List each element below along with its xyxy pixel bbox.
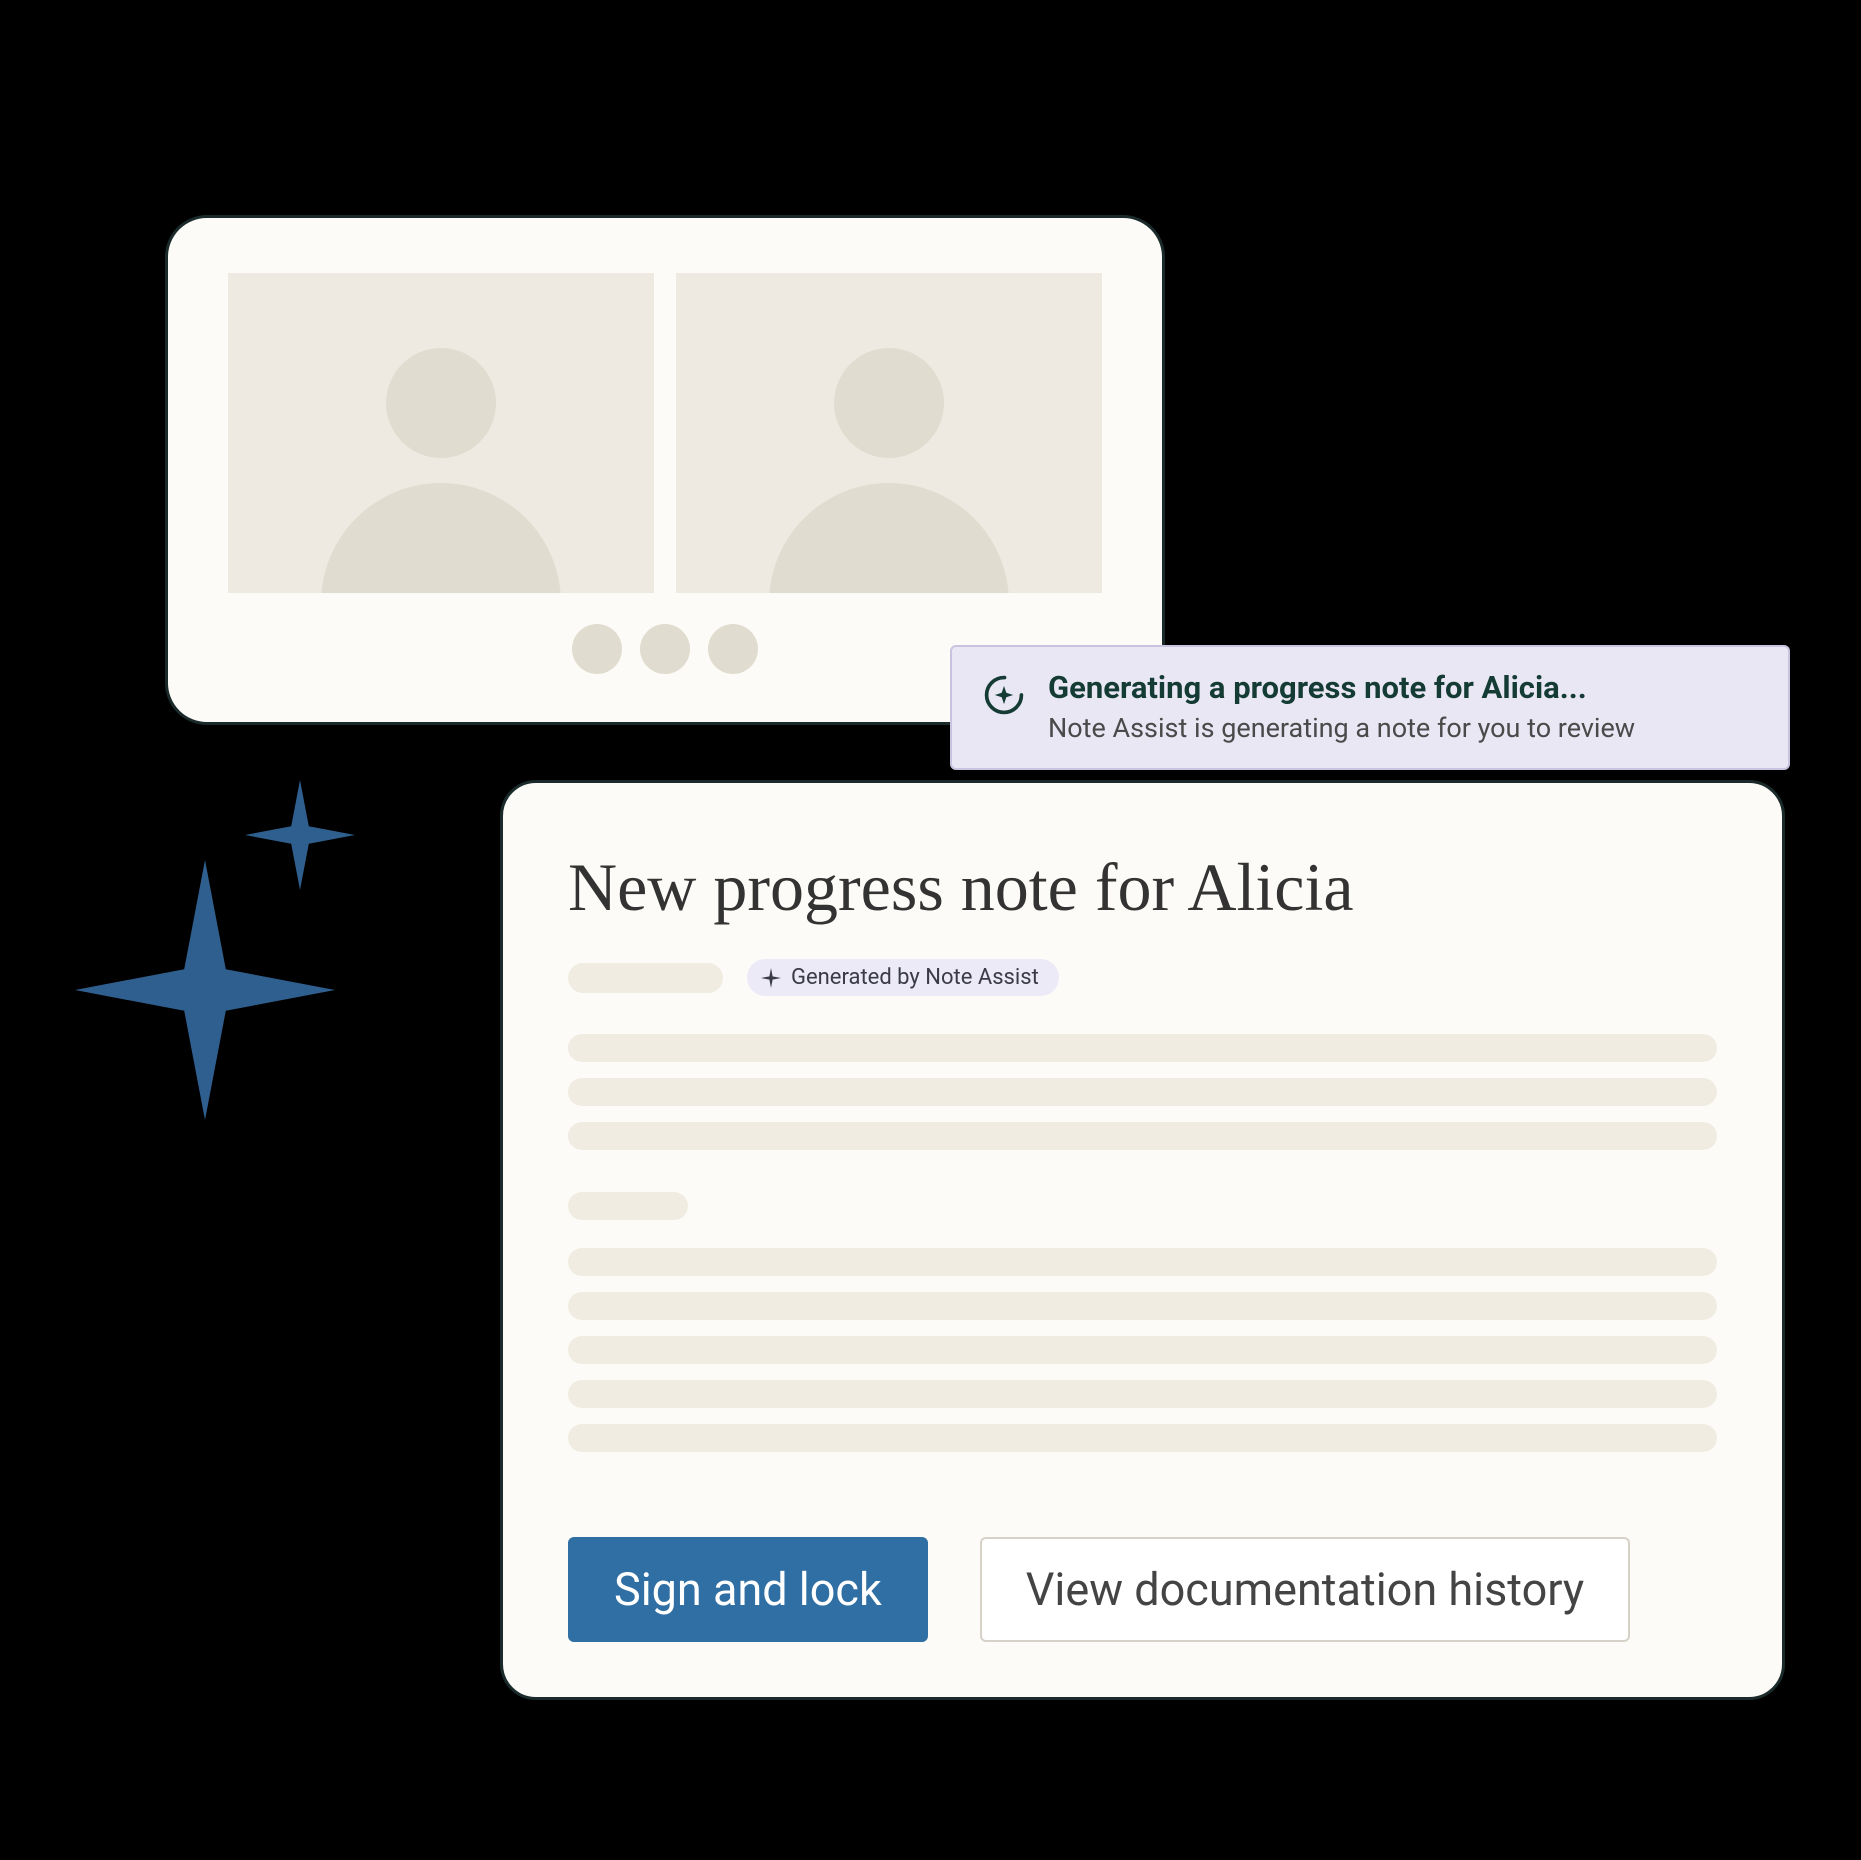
skeleton-line (568, 1336, 1717, 1364)
generating-toast: Generating a progress note for Alicia...… (950, 645, 1790, 770)
skeleton-line (568, 1292, 1717, 1320)
note-title: New progress note for Alicia (568, 848, 1717, 927)
video-tile (676, 273, 1102, 593)
generated-by-label: Generated by Note Assist (791, 965, 1039, 990)
call-control-button[interactable] (640, 624, 690, 674)
stage: New progress note for Alicia Generated b… (0, 0, 1861, 1860)
toast-subtitle: Note Assist is generating a note for you… (1048, 712, 1635, 744)
progress-sparkle-icon (982, 673, 1026, 717)
skeleton-line (568, 1380, 1717, 1408)
note-panel: New progress note for Alicia Generated b… (500, 780, 1785, 1700)
toast-title: Generating a progress note for Alicia... (1048, 669, 1635, 706)
skeleton-line (568, 1034, 1717, 1062)
avatar-placeholder-icon (321, 483, 561, 593)
call-control-button[interactable] (708, 624, 758, 674)
view-history-button[interactable]: View documentation history (980, 1537, 1630, 1642)
skeleton-line (568, 1248, 1717, 1276)
skeleton-line (568, 1424, 1717, 1452)
sparkle-icon (761, 968, 781, 988)
sparkle-icon (245, 780, 355, 890)
video-tiles (228, 273, 1102, 593)
video-tile (228, 273, 654, 593)
note-tag-row: Generated by Note Assist (568, 959, 1717, 996)
sparkle-icon (75, 860, 335, 1120)
call-control-button[interactable] (572, 624, 622, 674)
note-content-placeholder (568, 1034, 1717, 1150)
skeleton-heading (568, 1192, 688, 1220)
note-actions: Sign and lock View documentation history (568, 1537, 1717, 1642)
sign-and-lock-button[interactable]: Sign and lock (568, 1537, 928, 1642)
generated-by-badge: Generated by Note Assist (747, 959, 1059, 996)
skeleton-line (568, 1078, 1717, 1106)
call-controls (572, 624, 758, 674)
skeleton-line (568, 1122, 1717, 1150)
avatar-placeholder-icon (834, 348, 944, 458)
avatar-placeholder-icon (769, 483, 1009, 593)
avatar-placeholder-icon (386, 348, 496, 458)
note-content-placeholder (568, 1248, 1717, 1452)
tag-placeholder (568, 963, 723, 993)
